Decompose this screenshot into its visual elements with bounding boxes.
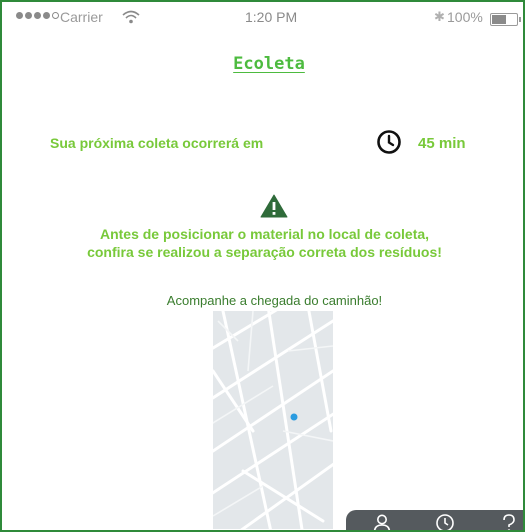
next-collection-time: 45 min	[418, 135, 466, 152]
user-icon	[372, 514, 392, 530]
bluetooth-icon: ✱	[434, 9, 445, 24]
app-title: Ecoleta	[233, 54, 305, 74]
carrier-name: Carrier	[60, 9, 103, 25]
status-bar: Carrier 1:20 PM ✱ 100%	[2, 2, 523, 32]
location-dot	[290, 413, 298, 421]
wifi-icon	[122, 10, 140, 29]
warning-line-2: confira se realizou a separação correta …	[87, 244, 442, 260]
help-tab[interactable]	[499, 513, 519, 530]
schedule-tab[interactable]	[435, 513, 455, 530]
warning-message: Antes de posicionar o material no local …	[2, 225, 523, 261]
warning-line-1: Antes de posicionar o material no local …	[99, 226, 430, 242]
bottom-tab-bar	[346, 510, 523, 530]
tracking-label: Acompanhe a chegada do caminhão!	[166, 293, 383, 308]
clock-icon	[376, 129, 402, 160]
profile-tab[interactable]	[372, 513, 392, 530]
help-icon	[499, 514, 519, 530]
app-screen: Carrier 1:20 PM ✱ 100% Ecoleta Sua próxi…	[0, 0, 525, 532]
next-collection-label: Sua próxima coleta ocorrerá em	[50, 135, 264, 151]
clock-icon	[435, 514, 455, 530]
signal-strength-icon	[16, 12, 59, 19]
status-time: 1:20 PM	[245, 9, 298, 25]
warning-icon	[260, 194, 288, 223]
battery-icon	[490, 13, 521, 26]
truck-tracking-map[interactable]	[213, 311, 333, 529]
battery-percentage: 100%	[447, 9, 483, 25]
